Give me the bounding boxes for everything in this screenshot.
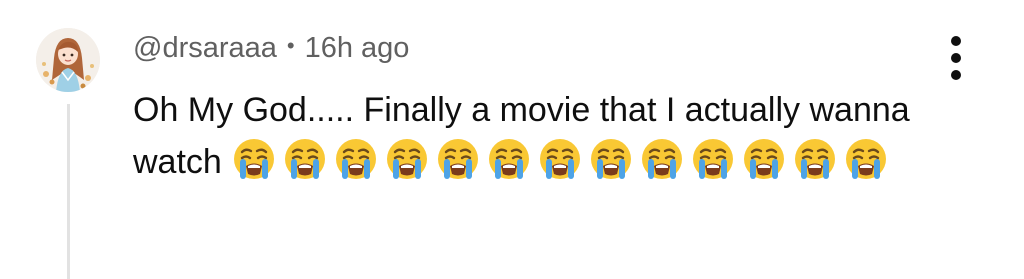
more-dot-icon <box>951 36 961 46</box>
meta-separator: • <box>286 33 295 58</box>
comment-card: @drsaraaa • 16h ago Oh My God..... Final… <box>0 0 1024 279</box>
crying-face-emoji-icon <box>282 137 328 183</box>
crying-face-emoji-icon <box>690 137 736 183</box>
more-dot-icon <box>951 53 961 63</box>
more-dot-icon <box>951 70 961 80</box>
crying-face-emoji-icon <box>384 137 430 183</box>
comment-body: Oh My God..... Finally a movie that I ac… <box>133 84 933 188</box>
crying-face-emoji-icon <box>333 137 379 183</box>
girl-avatar-icon <box>36 28 100 92</box>
comment-timestamp[interactable]: 16h ago <box>305 32 410 65</box>
comment-header: @drsaraaa • 16h ago <box>133 28 409 68</box>
crying-face-emoji-icon <box>588 137 634 183</box>
crying-face-emoji-icon <box>639 137 685 183</box>
crying-face-emoji-icon <box>486 137 532 183</box>
author-name[interactable]: @drsaraaa <box>133 32 277 65</box>
emoji-group <box>231 139 894 181</box>
reply-thread-line <box>67 104 70 279</box>
crying-face-emoji-icon <box>843 137 889 183</box>
avatar[interactable] <box>36 28 100 92</box>
crying-face-emoji-icon <box>792 137 838 183</box>
crying-face-emoji-icon <box>231 137 277 183</box>
crying-face-emoji-icon <box>537 137 583 183</box>
crying-face-emoji-icon <box>741 137 787 183</box>
crying-face-emoji-icon <box>435 137 481 183</box>
more-options-button[interactable] <box>938 30 978 86</box>
